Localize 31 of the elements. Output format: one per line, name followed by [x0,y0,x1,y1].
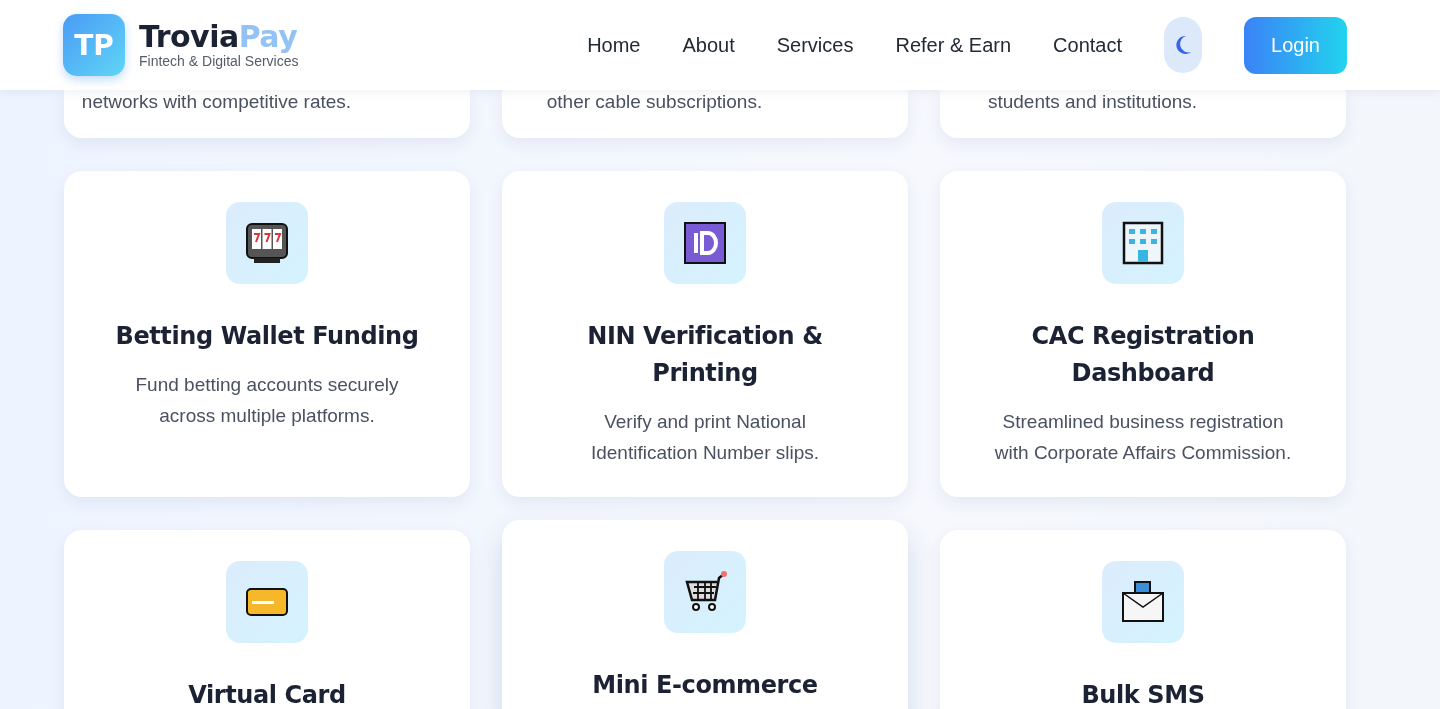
service-title: Bulk SMS [1081,680,1205,709]
slot-machine-icon [244,220,290,266]
id-badge-icon [682,220,728,266]
logo-badge: TP [63,14,125,76]
moon-icon [1173,34,1193,56]
service-card[interactable]: NIN Verification & Printing Verify and print National Identification Number slips. [502,171,908,497]
service-card[interactable]: Bulk SMS [940,530,1346,709]
nav-link[interactable]: Services [776,33,854,57]
brand-tagline: Fintech & Digital Services [139,52,299,69]
service-title: Virtual Card [188,680,346,709]
service-title: Mini E-commerce [592,670,818,701]
service-description: networks with competitive rates. [80,90,353,114]
service-card[interactable]: Betting Wallet Funding Fund betting accounts securely across multiple platforms. [64,171,470,497]
service-title: NIN Verification & Printing [586,321,824,389]
service-title: Betting Wallet Funding [115,321,419,352]
office-building-icon [1120,220,1166,266]
service-description: Verify and print National Identification Number slips. [589,410,821,465]
envelope-icon [1120,579,1166,625]
nav-link[interactable]: Contact [1053,33,1122,57]
service-description: students and institutions. [986,90,1199,114]
nav-link[interactable]: Home [587,33,641,57]
service-card[interactable]: Mini E-commerce [502,520,908,709]
service-title: CAC Registration Dashboard [1030,321,1256,389]
service-card[interactable]: CAC Registration Dashboard Streamlined business registration with Corporate Affairs Commission. [940,171,1346,497]
nav-link[interactable]: Refer & Earn [895,33,1012,57]
service-description: Streamlined business registration with Corporate Affairs Commission. [993,410,1293,465]
service-description: Fund betting accounts securely across multiple platforms. [134,373,400,428]
nav-link[interactable]: About [682,33,735,57]
theme-toggle-button[interactable] [1164,17,1202,73]
service-card[interactable]: Virtual Card [64,530,470,709]
service-description: other cable subscriptions. [545,90,764,114]
